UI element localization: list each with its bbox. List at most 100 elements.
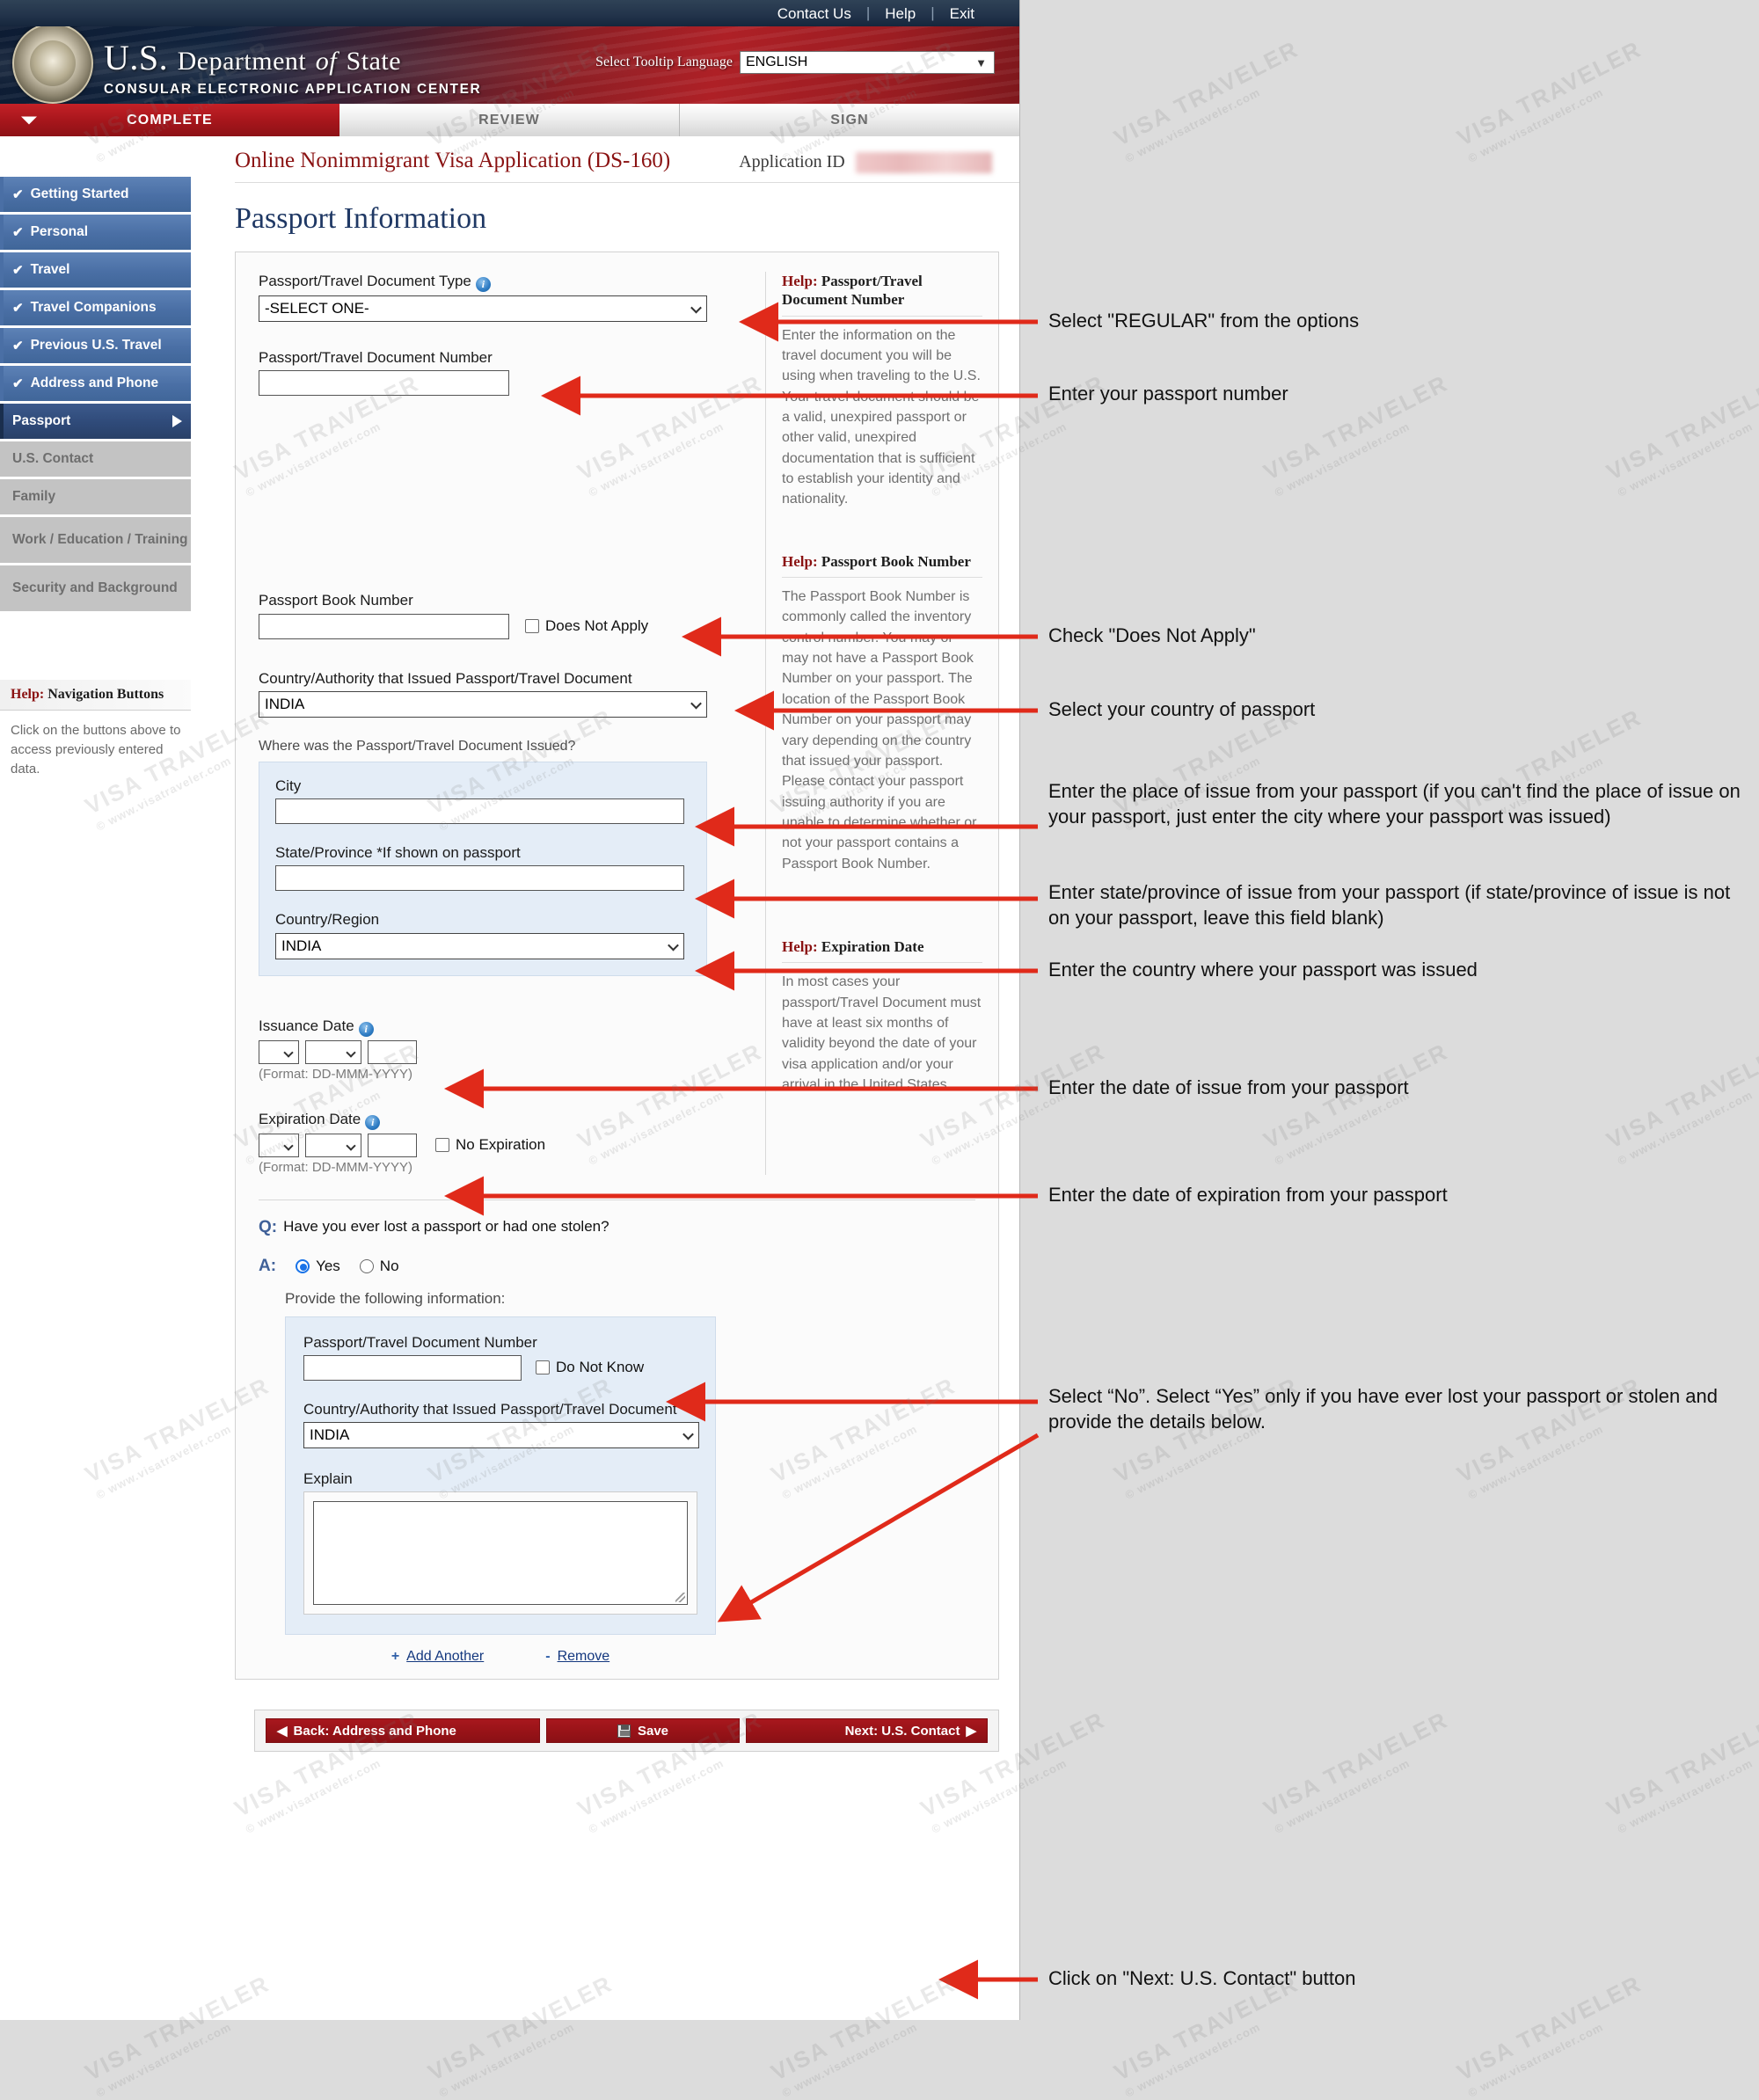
does-not-apply-checkbox[interactable] [525, 619, 539, 633]
sidebar-item-family[interactable]: Family [0, 479, 191, 514]
lost-document-number-input[interactable] [303, 1354, 522, 1381]
select-value: INDIA [310, 1426, 350, 1443]
next-button[interactable]: Next: U.S. Contact ▶ [746, 1718, 988, 1744]
field-label: Expiration Date i [259, 1110, 755, 1130]
issuance-year-input[interactable] [368, 1039, 417, 1064]
help-link[interactable]: Help [870, 6, 931, 21]
remove-action[interactable]: - Remove [545, 1649, 609, 1665]
watermark: VISA TRAVELER© www.visatraveler.com [1452, 1372, 1646, 1502]
tab-complete-label: COMPLETE [127, 112, 213, 128]
issuance-month-select[interactable] [305, 1039, 361, 1064]
application-id-value-redacted [855, 151, 992, 173]
tooltip-language-value: ENGLISH [746, 55, 808, 69]
tab-review[interactable]: REVIEW [339, 104, 680, 136]
save-button-label: Save [637, 1723, 669, 1739]
sidebar-item-travel-companions[interactable]: ✔ Travel Companions [0, 290, 191, 325]
info-icon[interactable]: i [358, 1021, 374, 1037]
question-text: Have you ever lost a passport or had one… [283, 1217, 609, 1235]
watermark: VISA TRAVELER© www.visatraveler.com [1259, 1038, 1453, 1168]
tab-review-label: REVIEW [478, 112, 540, 128]
navigation-help-body: Click on the buttons above to access pre… [11, 723, 181, 777]
issuance-date-inputs [259, 1039, 755, 1064]
do-not-know-group[interactable]: Do Not Know [536, 1359, 644, 1376]
application-header: Online Nonimmigrant Visa Application (DS… [235, 136, 1019, 183]
sidebar-item-security-and-background[interactable]: Security and Background [0, 565, 191, 611]
tooltip-language-select[interactable]: ENGLISH ▼ [740, 51, 995, 74]
contact-us-link[interactable]: Contact Us [763, 6, 866, 21]
chevron-down-icon [283, 1046, 294, 1058]
expiration-year-input[interactable] [368, 1133, 417, 1157]
no-expiration-checkbox[interactable] [435, 1138, 449, 1152]
help-panel-title: Help: Passport Book Number [782, 552, 982, 578]
watermark: VISA TRAVELER© www.visatraveler.com [1452, 35, 1646, 165]
where-issued-label: Where was the Passport/Travel Document I… [259, 738, 576, 754]
help-panel-body: The Passport Book Number is commonly cal… [782, 588, 977, 871]
state-province-input[interactable] [275, 865, 684, 892]
field-label: Passport/Travel Document Number [259, 349, 493, 366]
lost-passport-no-radio[interactable] [359, 1258, 374, 1273]
utility-bar: Contact Us | Help | Exit [0, 0, 1019, 26]
add-another-action[interactable]: + Add Another [391, 1649, 484, 1665]
tab-complete[interactable]: COMPLETE [0, 104, 339, 136]
sidebar-item-travel[interactable]: ✔ Travel [0, 252, 191, 288]
passport-book-number-input[interactable] [259, 613, 509, 639]
sidebar-item-previous-us-travel[interactable]: ✔ Previous U.S. Travel [0, 328, 191, 363]
does-not-apply-group[interactable]: Does Not Apply [525, 617, 648, 635]
tab-sign-label: SIGN [830, 112, 869, 128]
watermark: VISA TRAVELER© www.visatraveler.com [1602, 369, 1759, 499]
chevron-down-icon [283, 1140, 294, 1151]
sidebar-item-getting-started[interactable]: ✔ Getting Started [0, 177, 191, 212]
tooltip-language-label: Select Tooltip Language [595, 55, 733, 69]
passport-document-number-input[interactable] [259, 370, 509, 397]
tab-sign[interactable]: SIGN [680, 104, 1019, 136]
application-title: Online Nonimmigrant Visa Application (DS… [235, 149, 671, 172]
lost-passport-details-box: Passport/Travel Document Number Do Not K… [285, 1316, 716, 1636]
watermark: VISA TRAVELER© www.visatraveler.com [1109, 704, 1303, 834]
do-not-know-checkbox[interactable] [536, 1360, 550, 1375]
field-passport-document-number: Passport/Travel Document Number [259, 348, 755, 397]
field-label: Passport/Travel Document Type i [259, 272, 755, 292]
save-button[interactable]: Save [546, 1718, 740, 1744]
country-region-select[interactable]: INDIA [275, 932, 684, 959]
chevron-down-icon [690, 302, 702, 314]
info-icon[interactable]: i [365, 1114, 381, 1130]
chevron-down-icon [346, 1046, 356, 1058]
lost-passport-yes-radio[interactable] [296, 1258, 310, 1273]
help-panel-document-number: Help: Passport/Travel Document Number En… [782, 272, 982, 510]
arrow-left-icon: ◀ [277, 1724, 288, 1739]
remove-link[interactable]: Remove [558, 1649, 610, 1665]
annotation-5: Enter the place of issue from your passp… [1048, 780, 1741, 828]
help-panel-title: Help: Expiration Date [782, 937, 982, 964]
field-label: City [275, 777, 302, 794]
caret-down-icon [21, 116, 37, 124]
passport-document-type-select[interactable]: -SELECT ONE- [259, 295, 707, 322]
expiration-month-select[interactable] [305, 1133, 361, 1157]
annotation-8: Enter the date of issue from your passpo… [1048, 1076, 1409, 1098]
sidebar-item-address-and-phone[interactable]: ✔ Address and Phone [0, 366, 191, 401]
sidebar-item-passport[interactable]: Passport [0, 404, 191, 439]
explain-wrapper [303, 1491, 697, 1615]
lost-passport-question-block: Q: Have you ever lost a passport or had … [236, 1200, 998, 1666]
passport-form-card: Passport/Travel Document Type i -SELECT O… [235, 252, 999, 1681]
sidebar-item-label: U.S. Contact [12, 451, 94, 466]
sidebar-item-label: Travel [30, 262, 70, 277]
sidebar-item-personal[interactable]: ✔ Personal [0, 215, 191, 250]
issuance-day-select[interactable] [259, 1039, 299, 1064]
city-input[interactable] [275, 798, 684, 824]
lost-issuing-country-select[interactable]: INDIA [303, 1422, 699, 1448]
sidebar-item-label: Address and Phone [30, 376, 159, 390]
no-expiration-group[interactable]: No Expiration [435, 1136, 545, 1154]
issuance-date-format-note: (Format: DD-MMM-YYYY) [259, 1066, 412, 1082]
explain-textarea[interactable] [313, 1501, 688, 1606]
issuing-country-select[interactable]: INDIA [259, 690, 707, 718]
field-issuing-country: Country/Authority that Issued Passport/T… [259, 669, 755, 718]
exit-link[interactable]: Exit [935, 6, 989, 21]
expiration-date-format-note: (Format: DD-MMM-YYYY) [259, 1159, 412, 1175]
expiration-day-select[interactable] [259, 1133, 299, 1157]
chevron-down-icon [682, 1428, 694, 1440]
sidebar-item-us-contact[interactable]: U.S. Contact [0, 441, 191, 477]
add-another-link[interactable]: Add Another [406, 1649, 484, 1665]
info-icon[interactable]: i [475, 277, 491, 292]
back-button[interactable]: ◀ Back: Address and Phone [266, 1718, 540, 1744]
sidebar-item-work-education-training[interactable]: Work / Education / Training [0, 517, 191, 563]
